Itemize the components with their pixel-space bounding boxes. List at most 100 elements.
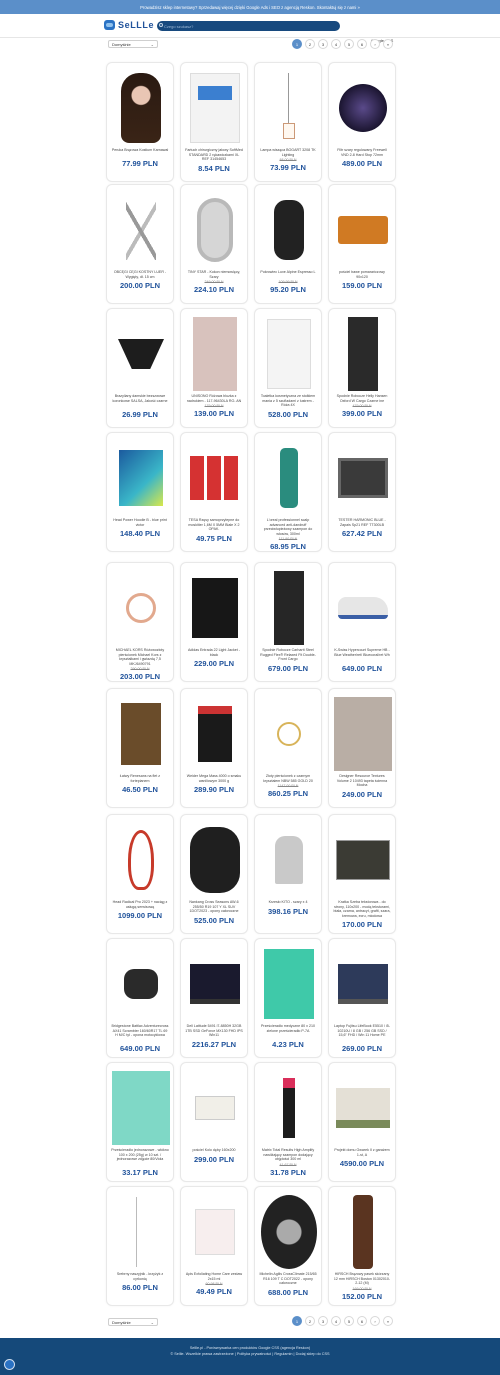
product-title[interactable]: Kratka Szeba tekstorowa - do strony, 110… <box>333 900 391 918</box>
product-card[interactable]: Lampa wisząca BOGART 3208 TK Lighting 88.… <box>254 62 322 182</box>
product-card[interactable]: Peruka Brązowa Kostium Karnawał 77.99 PLN <box>106 62 174 182</box>
product-image[interactable] <box>334 1068 392 1148</box>
product-card[interactable]: TESA Rzęsy samoprzylepne do moskitier 1,… <box>180 432 248 552</box>
product-title[interactable]: Dell Latitude 5491 i7-8850H 32GB 1TB SSD… <box>185 1024 243 1038</box>
product-image[interactable] <box>186 820 244 900</box>
search-input[interactable]: Czego szukasz? <box>157 21 340 31</box>
product-title[interactable]: Adidas Entrada 22 Light Jacket - black <box>185 648 243 657</box>
last-page-button[interactable]: » <box>383 1316 393 1326</box>
product-card[interactable]: Spodnie Robocze Carhartt Steel Rugged Fl… <box>254 562 322 682</box>
product-card[interactable]: Toaletka kosmetyczna ze stołkiem mania z… <box>254 308 322 428</box>
product-image[interactable] <box>260 694 318 774</box>
page-3-button[interactable]: 3 <box>318 39 328 49</box>
product-card[interactable]: Laptop Fujitsu LifeBook E5510 / i5-10210… <box>328 938 396 1058</box>
product-card[interactable]: MICHAEL KORS Różowozłoty pierścionek Mic… <box>106 562 174 682</box>
sort-select-bottom[interactable]: Domyślnie ⌄ <box>108 1318 158 1326</box>
product-image[interactable] <box>334 1192 392 1272</box>
product-image[interactable] <box>186 68 244 148</box>
product-image[interactable] <box>112 1192 170 1272</box>
product-image[interactable] <box>334 314 392 394</box>
promo-banner[interactable]: Prowadzisz sklep internetowy? Sprzedawaj… <box>0 0 500 14</box>
page-6-button[interactable]: 6 <box>357 1316 367 1326</box>
product-card[interactable]: Kratka Szeba tekstorowa - do strony, 110… <box>328 814 396 934</box>
page-5-button[interactable]: 5 <box>344 39 354 49</box>
product-card[interactable]: Weider Mega Mass 4000 o smaku waniliowym… <box>180 688 248 808</box>
product-image[interactable] <box>260 1192 318 1272</box>
page-6-button[interactable]: 6 <box>357 39 367 49</box>
product-title[interactable]: Head Power Hoodie B - blue print victor <box>111 518 169 527</box>
product-title[interactable]: Krzesło KITO - szary x 4 <box>259 900 317 905</box>
product-image[interactable] <box>334 820 392 900</box>
product-card[interactable]: Projekt domu Gwarek II z garażem 1-st, A… <box>328 1062 396 1182</box>
product-title[interactable]: Head Radical Pro 2023 + naciąg z usługą … <box>111 900 169 909</box>
next-page-button[interactable]: › <box>370 39 380 49</box>
product-card[interactable]: Złoty pierścionek z czarnym kryształem N… <box>254 688 322 808</box>
product-image[interactable] <box>334 190 392 270</box>
product-title[interactable]: Projekt domu Gwarek II z garażem 1-st, A <box>333 1148 391 1157</box>
product-title[interactable]: Spodnie Robocze Carhartt Steel Rugged Fl… <box>259 648 317 662</box>
product-card[interactable]: Matrix Total Results High Amplify nawilż… <box>254 1062 322 1182</box>
product-card[interactable]: Spodnie Robocze Helly Hansen Oxford W Ca… <box>328 308 396 428</box>
product-title[interactable]: K-Swiss Hypercourt Supreme HB - Blue Wea… <box>333 648 391 657</box>
product-title[interactable]: Lampa wisząca BOGART 3208 TK Lighting <box>259 148 317 157</box>
page-2-button[interactable]: 2 <box>305 39 315 49</box>
page-1-button[interactable]: 1 <box>292 39 302 49</box>
page-1-button[interactable]: 1 <box>292 1316 302 1326</box>
page-2-button[interactable]: 2 <box>305 1316 315 1326</box>
product-title[interactable]: Prześcieradło medyczne 80 x 210 zielone … <box>259 1024 317 1033</box>
product-card[interactable]: Michelin Agilis CrossClimate 215/65 R16 … <box>254 1186 322 1306</box>
product-card[interactable]: K-Swiss Hypercourt Supreme HB - Blue Wea… <box>328 562 396 682</box>
page-5-button[interactable]: 5 <box>344 1316 354 1326</box>
product-title[interactable]: Michelin Agilis CrossClimate 215/65 R16 … <box>259 1272 317 1286</box>
product-title[interactable]: Spodnie Robocze Helly Hansen Oxford W Ca… <box>333 394 391 403</box>
product-image[interactable] <box>260 314 318 394</box>
product-image[interactable] <box>112 68 170 148</box>
product-card[interactable]: Apis Exfoliating Home Care zestaw 2x15 m… <box>180 1186 248 1306</box>
product-card[interactable]: Fartuch chirurgiczny jałowy SoftMed STAN… <box>180 62 248 182</box>
product-card[interactable]: UNISONO Różowa bluzka z nadrukiem - 117-… <box>180 308 248 428</box>
product-title[interactable]: Filtr szary regulowany Freewell VND 2-8 … <box>333 148 391 157</box>
product-image[interactable] <box>186 944 244 1024</box>
product-image[interactable] <box>112 944 170 1024</box>
product-image[interactable] <box>334 694 392 774</box>
logo[interactable]: SeLLLe <box>104 20 154 30</box>
product-image[interactable] <box>112 568 170 648</box>
product-card[interactable]: Bridgestone Battlax Adventurecross AX41 … <box>106 938 174 1058</box>
product-card[interactable]: Head Radical Pro 2023 + naciąg z usługą … <box>106 814 174 934</box>
sort-select[interactable]: Domyślnie ⌄ <box>108 40 158 48</box>
product-title[interactable]: Fartuch chirurgiczny jałowy SoftMed STAN… <box>185 148 243 162</box>
product-title[interactable]: MICHAEL KORS Różowozłoty pierścionek Mic… <box>111 648 169 666</box>
product-title[interactable]: Pokrowiec Luxe Alpine Espresso L <box>259 270 317 275</box>
product-image[interactable] <box>186 568 244 648</box>
page-4-button[interactable]: 4 <box>331 1316 341 1326</box>
promo-banner-text[interactable]: Prowadzisz sklep internetowy? Sprzedawaj… <box>140 5 360 10</box>
product-card[interactable]: Head Power Hoodie B - blue print victor 1… <box>106 432 174 552</box>
product-image[interactable] <box>186 314 244 394</box>
product-title[interactable]: Toaletka kosmetyczna ze stołkiem mania z… <box>259 394 317 408</box>
product-title[interactable]: Łatwy Renesans na flet z fortepianem <box>111 774 169 783</box>
product-image[interactable] <box>186 1192 244 1272</box>
product-title[interactable]: Designer Resource Textures Volume 2 1049… <box>333 774 391 788</box>
cookie-settings-icon[interactable] <box>4 1359 15 1370</box>
product-card[interactable]: Designer Resource Textures Volume 2 1049… <box>328 688 396 808</box>
product-card[interactable]: TESTER HARMONIC BLUE - Zapais Sp21 REF T… <box>328 432 396 552</box>
product-title[interactable]: Bridgestone Battlax Adventurecross AX41 … <box>111 1024 169 1038</box>
product-image[interactable] <box>112 694 170 774</box>
product-image[interactable] <box>112 314 170 394</box>
product-card[interactable]: Brazyliany damskie bezszwowe koronkowe S… <box>106 308 174 428</box>
product-title[interactable]: pościel bawe pomarańczowy 90x120 <box>333 270 391 279</box>
last-page-button[interactable]: » <box>383 39 393 49</box>
product-image[interactable] <box>260 568 318 648</box>
product-image[interactable] <box>260 820 318 900</box>
product-image[interactable] <box>260 190 318 270</box>
product-card[interactable]: Prześcieradło jednorazowe - włókno 100 x… <box>106 1062 174 1182</box>
product-image[interactable] <box>260 68 318 148</box>
product-title[interactable]: Matrix Total Results High Amplify nawilż… <box>259 1148 317 1162</box>
product-title[interactable]: Weider Mega Mass 4000 o smaku waniliowym… <box>185 774 243 783</box>
product-title[interactable]: Brazyliany damskie bezszwowe koronkowe S… <box>111 394 169 403</box>
product-title[interactable]: Apis Exfoliating Home Care zestaw 2x15 m… <box>185 1272 243 1281</box>
product-title[interactable]: TINY STAR - Kokon niemowlęcy, Szary <box>185 270 243 279</box>
product-card[interactable]: Pokrowiec Luxe Alpine Espresso L 109.99 P… <box>254 184 322 304</box>
product-card[interactable]: TINY STAR - Kokon niemowlęcy, Szary 249.0… <box>180 184 248 304</box>
product-image[interactable] <box>260 1068 318 1148</box>
